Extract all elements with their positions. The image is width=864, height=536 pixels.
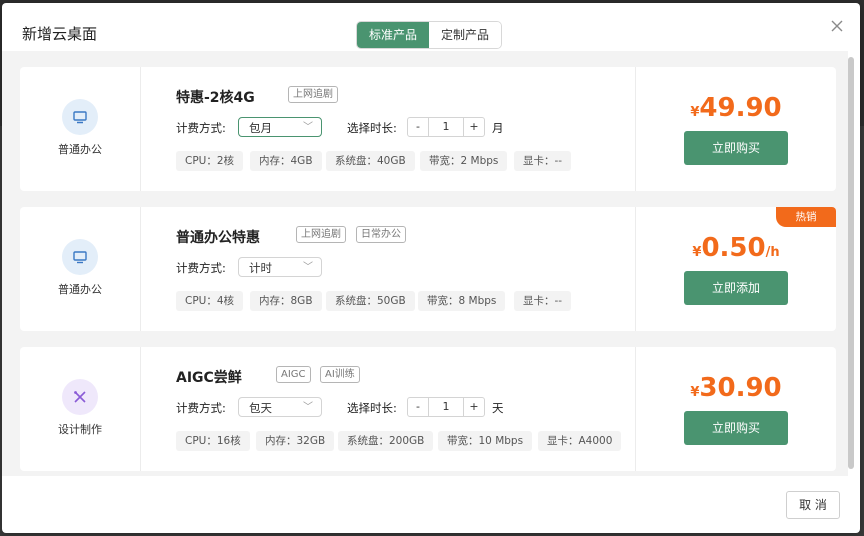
product-name: 特惠-2核4G: [176, 90, 255, 106]
product-tag: AI训练: [320, 366, 360, 383]
spec-cpu: CPU：2核: [176, 151, 244, 171]
scrollbar[interactable]: [848, 57, 854, 469]
decrement-button[interactable]: -: [408, 118, 428, 136]
duration-input[interactable]: 1: [428, 118, 464, 136]
category-label: 普通办公: [58, 143, 102, 156]
spec-gpu: 显卡：--: [514, 151, 572, 171]
billing-select-value: 计时: [249, 261, 272, 275]
spec-disk: 系统盘：200GB: [338, 431, 434, 451]
design-tools-icon: [62, 379, 98, 415]
spec-disk: 系统盘：50GB: [326, 291, 415, 311]
product-tag: 日常办公: [356, 226, 406, 243]
spec-gpu: 显卡：A4000: [538, 431, 622, 451]
price-column: ¥49.90 立即购买: [635, 67, 836, 191]
spec-memory: 内存：8GB: [250, 291, 322, 311]
buy-now-button[interactable]: 立即购买: [684, 131, 788, 165]
chevron-down-icon: ﹀: [303, 122, 313, 133]
new-cloud-desktop-dialog: 新增云桌面 标准产品 定制产品 普通办公 特惠-2核4G 上网追剧 计费方式: …: [2, 3, 860, 533]
chevron-down-icon: ﹀: [303, 402, 313, 413]
price: ¥0.50/h: [692, 233, 780, 263]
billing-select[interactable]: 计时 ﹀: [238, 257, 322, 277]
product-list[interactable]: 普通办公 特惠-2核4G 上网追剧 计费方式: 包月 ﹀ 选择时长: - 1 +…: [2, 51, 848, 476]
dialog-title: 新增云桌面: [22, 25, 98, 43]
monitor-icon: [62, 239, 98, 275]
billing-label: 计费方式:: [176, 261, 226, 275]
spec-cpu: CPU：4核: [176, 291, 244, 311]
increment-button[interactable]: +: [464, 398, 484, 416]
billing-select-value: 包天: [249, 401, 272, 415]
billing-label: 计费方式:: [176, 401, 226, 415]
billing-select[interactable]: 包月 ﹀: [238, 117, 322, 137]
duration-stepper: - 1 +: [407, 397, 485, 417]
spec-cpu: CPU：16核: [176, 431, 250, 451]
duration-unit: 天: [492, 401, 504, 415]
product-tag: AIGC: [276, 366, 311, 383]
add-now-button[interactable]: 立即添加: [684, 271, 788, 305]
increment-button[interactable]: +: [464, 118, 484, 136]
product-card: 普通办公 特惠-2核4G 上网追剧 计费方式: 包月 ﹀ 选择时长: - 1 +…: [20, 67, 836, 191]
billing-select[interactable]: 包天 ﹀: [238, 397, 322, 417]
spec-disk: 系统盘：40GB: [326, 151, 415, 171]
duration-stepper: - 1 +: [407, 117, 485, 137]
spec-bandwidth: 带宽：2 Mbps: [420, 151, 508, 171]
decrement-button[interactable]: -: [408, 398, 428, 416]
category-label: 普通办公: [58, 283, 102, 296]
spec-bandwidth: 带宽：10 Mbps: [438, 431, 533, 451]
buy-now-button[interactable]: 立即购买: [684, 411, 788, 445]
tab-custom-products[interactable]: 定制产品: [429, 22, 502, 48]
hot-badge: 热销: [776, 207, 836, 227]
category-column: 设计制作: [20, 347, 141, 471]
close-icon[interactable]: [828, 17, 846, 35]
category-label: 设计制作: [58, 423, 102, 436]
spec-memory: 内存：4GB: [250, 151, 322, 171]
price: ¥49.90: [690, 93, 782, 123]
product-type-tabs: 标准产品 定制产品: [356, 21, 503, 49]
monitor-icon: [62, 99, 98, 135]
product-tag: 上网追剧: [288, 86, 338, 103]
category-column: 普通办公: [20, 207, 141, 331]
billing-select-value: 包月: [249, 121, 272, 135]
duration-label: 选择时长:: [347, 401, 397, 415]
duration-unit: 月: [492, 121, 504, 135]
cancel-button[interactable]: 取 消: [786, 491, 840, 519]
duration-input[interactable]: 1: [428, 398, 464, 416]
spec-gpu: 显卡：--: [514, 291, 572, 311]
product-tag: 上网追剧: [296, 226, 346, 243]
product-name: 普通办公特惠: [176, 230, 260, 246]
price-column: ¥30.90 立即购买: [635, 347, 836, 471]
billing-label: 计费方式:: [176, 121, 226, 135]
category-column: 普通办公: [20, 67, 141, 191]
spec-bandwidth: 带宽：8 Mbps: [418, 291, 506, 311]
product-card: 设计制作 AIGC尝鲜 AIGC AI训练 计费方式: 包天 ﹀ 选择时长: -…: [20, 347, 836, 471]
product-name: AIGC尝鲜: [176, 370, 242, 386]
price: ¥30.90: [690, 373, 782, 403]
product-card: 普通办公 普通办公特惠 上网追剧 日常办公 计费方式: 计时 ﹀ CPU：4核 …: [20, 207, 836, 331]
chevron-down-icon: ﹀: [303, 262, 313, 273]
tab-standard-products[interactable]: 标准产品: [357, 22, 430, 48]
duration-label: 选择时长:: [347, 121, 397, 135]
spec-memory: 内存：32GB: [256, 431, 335, 451]
